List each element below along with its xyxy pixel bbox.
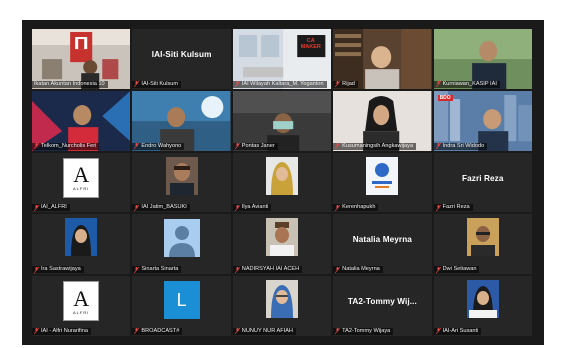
mic-muted-icon <box>34 204 39 211</box>
video-gallery-frame: Ikatan Akuntan Indonesia 10 IAI-Siti Kul… <box>22 20 544 345</box>
participant-tile[interactable]: CA MAKER IAI Wilayah Kaltara_M. Yoganton <box>232 29 332 89</box>
participant-tile[interactable]: Dwi Setiawan <box>433 214 532 275</box>
participant-tile[interactable]: Endro Wahyono <box>132 90 231 151</box>
mic-muted-icon <box>134 143 140 150</box>
participant-tile[interactable]: Kurniawan_KASIP IAI <box>433 29 532 89</box>
participant-name-label: NADIRSYAH IAI ACEH <box>232 266 303 274</box>
participant-name-label: Indra Sri Widodo <box>433 142 488 150</box>
participant-name-label: Pontas Janer <box>232 142 278 150</box>
alfri-logo-letter: A <box>73 162 90 188</box>
participant-display-name: Natalia Meyrna <box>352 235 412 245</box>
profile-photo <box>466 280 499 319</box>
participant-tile[interactable]: A ALFRI IAI_ALFRI <box>32 152 131 213</box>
profile-photo <box>65 218 98 257</box>
participant-name-label: IAI Wilayah Kaltara_M. Yoganton <box>232 80 327 88</box>
participant-display-name: TA2-Tommy Wij... <box>347 297 417 307</box>
participant-tile[interactable]: Pontas Janer <box>232 90 332 151</box>
participant-name-label: Natalia Meyrna <box>333 266 383 274</box>
default-avatar-icon <box>163 219 200 258</box>
participant-name-label: Ira Sastrawijaya <box>32 266 84 274</box>
mic-muted-icon <box>134 328 140 335</box>
participant-tile[interactable]: Telkom_Nurcholis Feri <box>32 90 131 151</box>
participant-tile[interactable]: TA2-Tommy Wij... TA2-Tommy Wijaya <box>333 276 432 336</box>
mic-muted-icon <box>335 81 341 88</box>
participant-name-label: Dwi Setiawan <box>433 266 480 274</box>
mic-muted-icon <box>234 143 240 150</box>
participant-name-label: Sinarta Sinarta <box>132 266 182 274</box>
sign-text: CA MAKER <box>300 38 321 50</box>
mic-muted-icon <box>435 328 441 335</box>
participant-tile[interactable]: Ira Sastrawijaya <box>32 214 131 275</box>
alfri-logo: A ALFRI <box>63 281 100 322</box>
profile-photo <box>265 156 298 195</box>
mic-muted-icon <box>234 204 240 211</box>
mic-muted-icon <box>134 81 140 88</box>
alfri-logo-text: ALFRI <box>73 186 90 192</box>
sign-text: BDO <box>437 94 453 101</box>
mic-muted-icon <box>435 204 441 211</box>
participant-name-label: Endro Wahyono <box>132 142 185 150</box>
participant-display-name: IAI-Siti Kulsum <box>151 50 212 59</box>
participant-tile[interactable]: NADIRSYAH IAI ACEH <box>232 214 332 275</box>
mic-muted-icon <box>234 81 240 88</box>
mic-muted-icon <box>134 266 140 273</box>
participant-tile[interactable]: IAI Jatim_BASUKI <box>132 152 231 213</box>
participant-tile[interactable]: NUNUY NUR AFIAH <box>232 276 332 336</box>
profile-photo <box>366 156 399 195</box>
participant-tile[interactable]: IAI-Siti Kulsum IAI-Siti Kulsum <box>132 29 231 89</box>
mic-muted-icon <box>435 143 441 150</box>
mic-muted-icon <box>435 266 441 273</box>
mic-muted-icon <box>134 204 140 211</box>
mic-muted-icon <box>34 143 39 150</box>
profile-photo <box>265 218 298 257</box>
mic-muted-icon <box>335 143 341 150</box>
participant-tile[interactable]: Ikatan Akuntan Indonesia 10 <box>32 29 131 89</box>
participant-name-label: Kerenhapukh <box>333 204 379 212</box>
participant-tile[interactable]: L BROADCAST# <box>132 276 231 336</box>
mic-muted-icon <box>335 266 341 273</box>
profile-photo <box>165 156 198 195</box>
participant-tile[interactable]: Sinarta Sinarta <box>132 214 231 275</box>
alfri-logo-letter: A <box>73 285 90 311</box>
participant-tile[interactable]: Rijad <box>333 29 432 89</box>
mic-muted-icon <box>335 328 341 335</box>
mic-muted-icon <box>435 81 441 88</box>
mic-muted-icon <box>34 328 39 335</box>
participant-tile[interactable]: A ALFRI IAI - Alfri Nurarifina <box>32 276 131 336</box>
mic-muted-icon <box>234 328 240 335</box>
participant-name-label: Kurniawan_KASIP IAI <box>433 80 500 88</box>
participant-name-label: IAI-Siti Kulsum <box>132 80 182 88</box>
participant-name-label: TA2-Tommy Wijaya <box>333 327 394 335</box>
participant-name-label: Kusumaningsih Angkawijaya <box>333 142 417 150</box>
participant-display-name: Fazri Reza <box>462 173 504 183</box>
participant-name-label: BROADCAST# <box>132 327 183 335</box>
participant-tile[interactable]: Ilya Avianti <box>232 152 332 213</box>
participant-name-label: Fazri Reza <box>433 204 473 212</box>
participant-name-label: Ikatan Akuntan Indonesia 10 <box>32 80 108 88</box>
participant-tile[interactable]: IAI-Ari Susanti <box>433 276 532 336</box>
profile-photo <box>466 218 499 257</box>
alfri-logo-text: ALFRI <box>73 309 90 315</box>
participant-name-label: Telkom_Nurcholis Feri <box>32 142 100 150</box>
initial-avatar: L <box>163 281 200 320</box>
participant-name-label: Rijad <box>333 80 358 88</box>
participant-grid: Ikatan Akuntan Indonesia 10 IAI-Siti Kul… <box>32 29 534 338</box>
participant-name-label: IAI - Alfri Nurarifina <box>32 327 91 335</box>
mic-muted-icon <box>234 266 240 273</box>
participant-tile[interactable]: BDO Indra Sri Widodo <box>433 90 532 151</box>
profile-photo <box>265 280 298 319</box>
alfri-logo: A ALFRI <box>63 157 100 198</box>
participant-name-label: Ilya Avianti <box>232 204 272 212</box>
participant-name-label: IAI Jatim_BASUKI <box>132 204 190 212</box>
participant-name-label: NUNUY NUR AFIAH <box>232 327 296 335</box>
participant-name-label: IAI-Ari Susanti <box>433 327 482 335</box>
participant-tile[interactable]: Kusumaningsih Angkawijaya <box>333 90 432 151</box>
participant-tile[interactable]: Kerenhapukh <box>333 152 432 213</box>
participant-tile[interactable]: Natalia Meyrna Natalia Meyrna <box>333 214 432 275</box>
mic-muted-icon <box>335 204 341 211</box>
participant-name-label: IAI_ALFRI <box>32 204 70 212</box>
mic-muted-icon <box>34 266 39 273</box>
participant-tile[interactable]: Fazri Reza Fazri Reza <box>433 152 532 213</box>
